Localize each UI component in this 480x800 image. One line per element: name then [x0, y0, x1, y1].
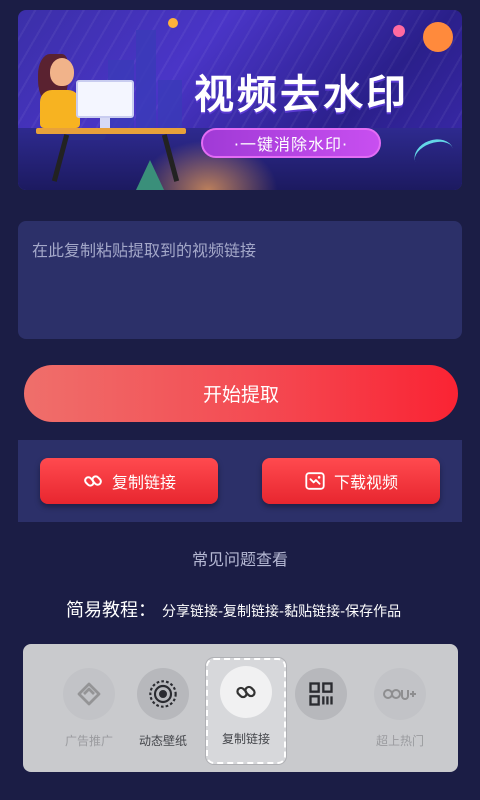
bottom-item-label: 超上热门: [375, 734, 424, 748]
tutorial-heading: 简易教程：: [66, 600, 156, 621]
link-icon: [220, 666, 272, 718]
video-link-input[interactable]: [18, 221, 462, 339]
tutorial: 简易教程： 分享链接-复制链接-黏贴链接-保存作品: [66, 596, 401, 622]
promo-banner[interactable]: 视频去水印 ·一键消除水印·: [18, 10, 462, 190]
download-video-label: 下载视频: [333, 473, 398, 492]
video-download-icon: [304, 470, 326, 492]
faq-link[interactable]: 常见问题查看: [0, 546, 480, 570]
balloon-illustration: [423, 22, 453, 52]
monitor-illustration: [76, 80, 134, 118]
desk-illustration: [36, 128, 186, 134]
monitor-illustration: [100, 118, 110, 128]
bottom-bar: 广告推广 动态壁纸 复制链接 超上热门: [23, 644, 458, 772]
download-video-button[interactable]: 下载视频: [262, 458, 440, 504]
bottom-item-trending[interactable]: 超上热门: [360, 662, 440, 762]
action-panel: 复制链接 下载视频: [18, 440, 462, 522]
person-illustration: [40, 90, 80, 128]
ad-icon: [63, 668, 115, 720]
tutorial-steps: 分享链接-复制链接-黏贴链接-保存作品: [162, 604, 402, 620]
bottom-item-label: 复制链接: [221, 732, 270, 746]
bottom-item-label: 动态壁纸: [138, 734, 187, 748]
trending-icon: [374, 668, 426, 720]
bottom-item-wallpaper[interactable]: 动态壁纸: [123, 662, 203, 762]
bottom-item-qrcode[interactable]: [281, 662, 361, 762]
bottom-item-ad[interactable]: 广告推广: [49, 662, 129, 762]
disc-icon: [137, 668, 189, 720]
qrcode-icon: [295, 668, 347, 720]
bottom-item-copy-link[interactable]: 复制链接: [206, 658, 286, 764]
start-extract-button[interactable]: 开始提取: [24, 365, 458, 422]
bottom-item-label: 广告推广: [64, 734, 113, 748]
person-illustration: [50, 58, 74, 86]
plant-illustration: [136, 160, 164, 190]
copy-link-label: 复制链接: [111, 473, 176, 492]
banner-subtitle: ·一键消除水印·: [201, 128, 381, 158]
copy-link-button[interactable]: 复制链接: [40, 458, 218, 504]
balloon-illustration: [393, 25, 405, 37]
link-icon: [82, 470, 104, 492]
balloon-illustration: [168, 18, 178, 28]
banner-title: 视频去水印: [194, 72, 409, 118]
